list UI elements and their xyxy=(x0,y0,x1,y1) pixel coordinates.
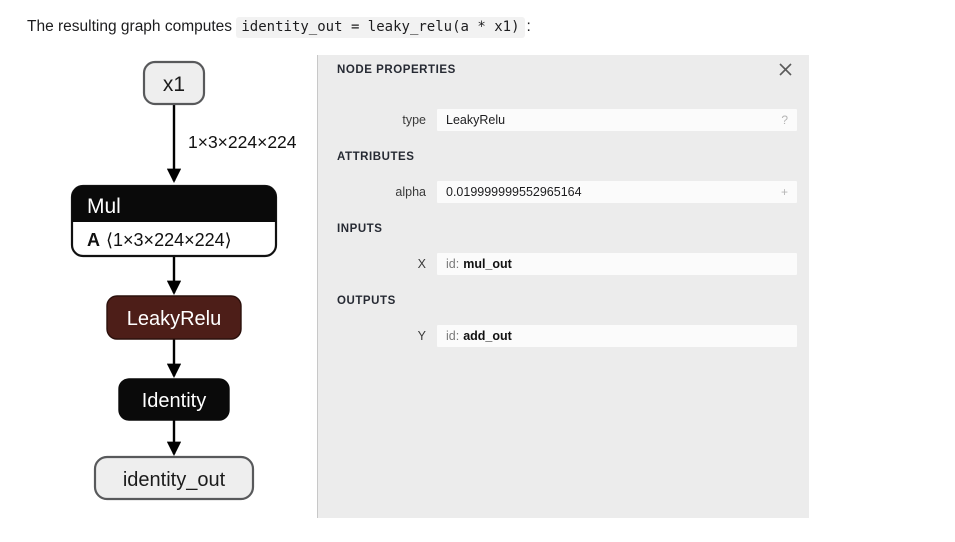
property-label-type: type xyxy=(402,113,426,127)
section-title-inputs: INPUTS xyxy=(337,223,383,235)
graph-node-identity_out[interactable]: identity_out xyxy=(93,455,255,501)
graph-node-identity-label: Identity xyxy=(142,390,206,412)
graph-edge-x1-mul[interactable]: 1×3×224×224 xyxy=(166,103,297,184)
spacer-attributes xyxy=(318,165,809,181)
section-title-outputs: OUTPUTS xyxy=(337,295,396,307)
property-row-output-y[interactable]: Y id: add_out xyxy=(337,325,797,347)
property-field-alpha[interactable]: 0.019999999552965164 + xyxy=(437,181,797,203)
caption-text-before: The resulting graph computes xyxy=(27,18,233,35)
graph-node-mul-label: Mul xyxy=(87,195,121,218)
property-value-type: LeakyRelu xyxy=(446,113,506,127)
property-field-output-y[interactable]: id: add_out xyxy=(437,325,797,347)
property-field-input-x[interactable]: id: mul_out xyxy=(437,253,797,275)
property-field-type[interactable]: LeakyRelu ? xyxy=(437,109,797,131)
property-id-name-input-x: mul_out xyxy=(463,257,512,271)
caption-line: The resulting graph computes identity_ou… xyxy=(27,16,531,38)
graph-node-x1[interactable]: x1 xyxy=(142,60,206,106)
property-value-alpha: 0.019999999552965164 xyxy=(446,185,582,199)
spacer-before-attributes xyxy=(318,131,809,149)
graph-node-mul-attr-key: A xyxy=(87,230,100,250)
property-label-output-y: Y xyxy=(417,329,426,343)
graph-node-mul-attr-value: ⟨1×3×224×224⟩ xyxy=(106,230,232,250)
property-label-alpha: alpha xyxy=(395,185,426,199)
graph-node-leakyrelu-label: LeakyRelu xyxy=(127,308,222,330)
property-row-alpha[interactable]: alpha 0.019999999552965164 + xyxy=(337,181,797,203)
spacer-before-inputs xyxy=(318,203,809,221)
property-row-type[interactable]: type LeakyRelu ? xyxy=(337,109,797,131)
spacer-inputs xyxy=(318,237,809,253)
caption-text-after: : xyxy=(526,18,531,35)
help-icon[interactable]: ? xyxy=(781,109,788,131)
property-row-input-x[interactable]: X id: mul_out xyxy=(337,253,797,275)
spacer-before-outputs xyxy=(318,275,809,293)
graph-node-leakyrelu[interactable]: LeakyRelu xyxy=(106,295,242,340)
property-id-prefix-output-y: id: xyxy=(446,329,460,343)
property-label-input-x: X xyxy=(417,257,426,271)
onnx-graph-canvas[interactable]: 1×3×224×224 x1 Mul A ⟨1×3×224×224⟩ Leaky… xyxy=(0,50,330,542)
spacer-outputs xyxy=(318,309,809,325)
node-properties-panel: NODE PROPERTIES type LeakyRelu ? ATTRIBU… xyxy=(317,55,809,518)
caption-code-expression: identity_out = leaky_relu(a * x1) xyxy=(236,17,525,38)
close-icon[interactable] xyxy=(774,58,796,80)
graph-node-mul[interactable]: Mul A ⟨1×3×224×224⟩ xyxy=(70,184,278,258)
graph-node-x1-label: x1 xyxy=(163,73,185,96)
graph-node-identity[interactable]: Identity xyxy=(118,378,230,421)
section-title-attributes: ATTRIBUTES xyxy=(337,151,415,163)
property-id-prefix-input-x: id: xyxy=(446,257,460,271)
graph-node-identity_out-label: identity_out xyxy=(123,469,226,491)
property-id-name-output-y: add_out xyxy=(463,329,512,343)
panel-title: NODE PROPERTIES xyxy=(337,64,456,76)
panel-header: NODE PROPERTIES xyxy=(318,55,809,89)
spacer-before-type xyxy=(318,89,809,109)
graph-edge-label-x1-mul: 1×3×224×224 xyxy=(188,132,297,152)
expand-icon[interactable]: + xyxy=(781,181,788,203)
